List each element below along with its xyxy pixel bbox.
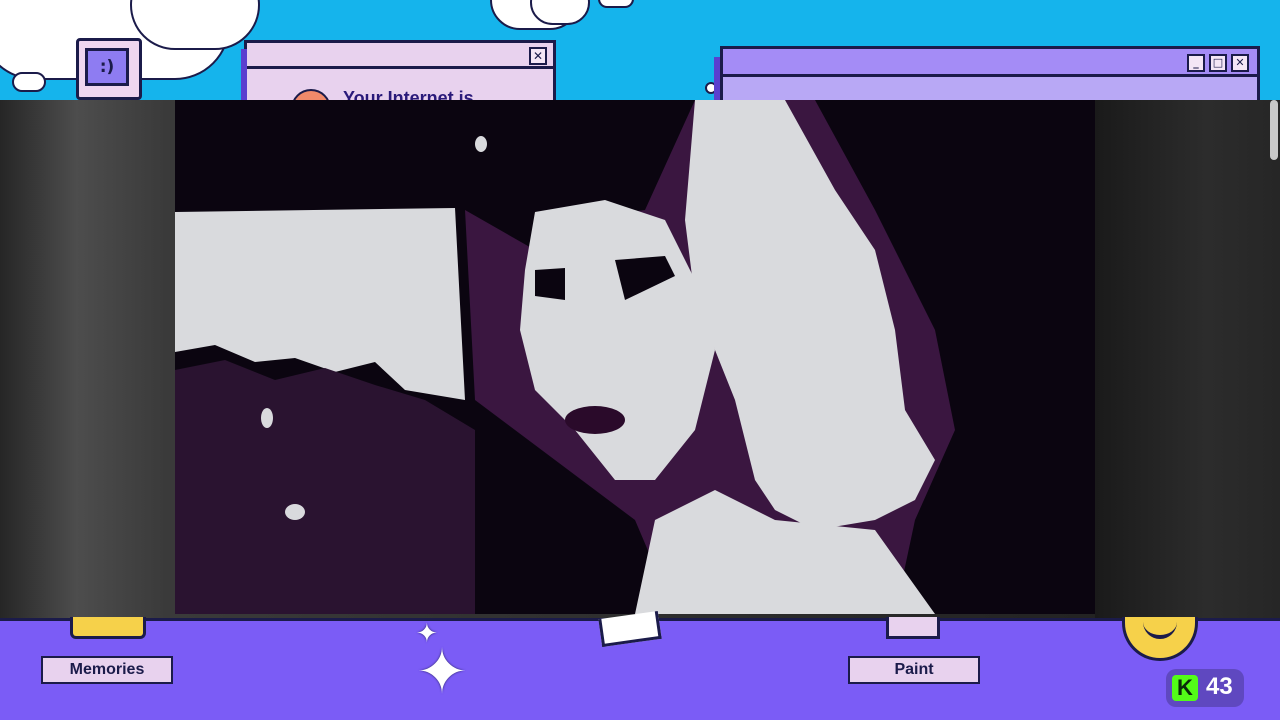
- viewer-count-badge: K 43: [1166, 669, 1244, 707]
- video-player[interactable]: [175, 100, 1095, 614]
- close-button[interactable]: ✕: [1231, 54, 1249, 72]
- overlay-side-panel: [1095, 100, 1280, 618]
- maximize-button[interactable]: □: [1209, 54, 1227, 72]
- cloud-decoration: [12, 72, 46, 92]
- viewer-count: 43: [1206, 673, 1233, 700]
- kick-logo-icon: K: [1172, 675, 1198, 701]
- computer-icon-screen: :): [85, 48, 129, 86]
- smiley-icon[interactable]: [1122, 617, 1198, 661]
- right-window-titlebar[interactable]: _ □ ✕: [723, 49, 1257, 77]
- popup-window-titlebar[interactable]: ✕: [247, 43, 553, 69]
- scrollbar-thumb[interactable]: [1270, 100, 1278, 160]
- folder-icon[interactable]: [70, 617, 146, 639]
- cloud-decoration: [598, 0, 634, 8]
- taskbar-item-memories[interactable]: Memories: [41, 656, 173, 684]
- taskbar: Memories ✦ ✦ Paint K 43: [0, 610, 1280, 720]
- taskbar-item-paint[interactable]: Paint: [848, 656, 980, 684]
- minimize-button[interactable]: _: [1187, 54, 1205, 72]
- computer-icon-face: :): [99, 57, 115, 77]
- computer-desktop-icon[interactable]: :): [76, 38, 142, 100]
- video-overlay: [0, 100, 1280, 618]
- sparkle-icon: ✦: [416, 635, 468, 708]
- paint-icon[interactable]: [886, 617, 940, 639]
- popup-close-button[interactable]: ✕: [529, 47, 547, 65]
- video-frame: [175, 100, 1095, 614]
